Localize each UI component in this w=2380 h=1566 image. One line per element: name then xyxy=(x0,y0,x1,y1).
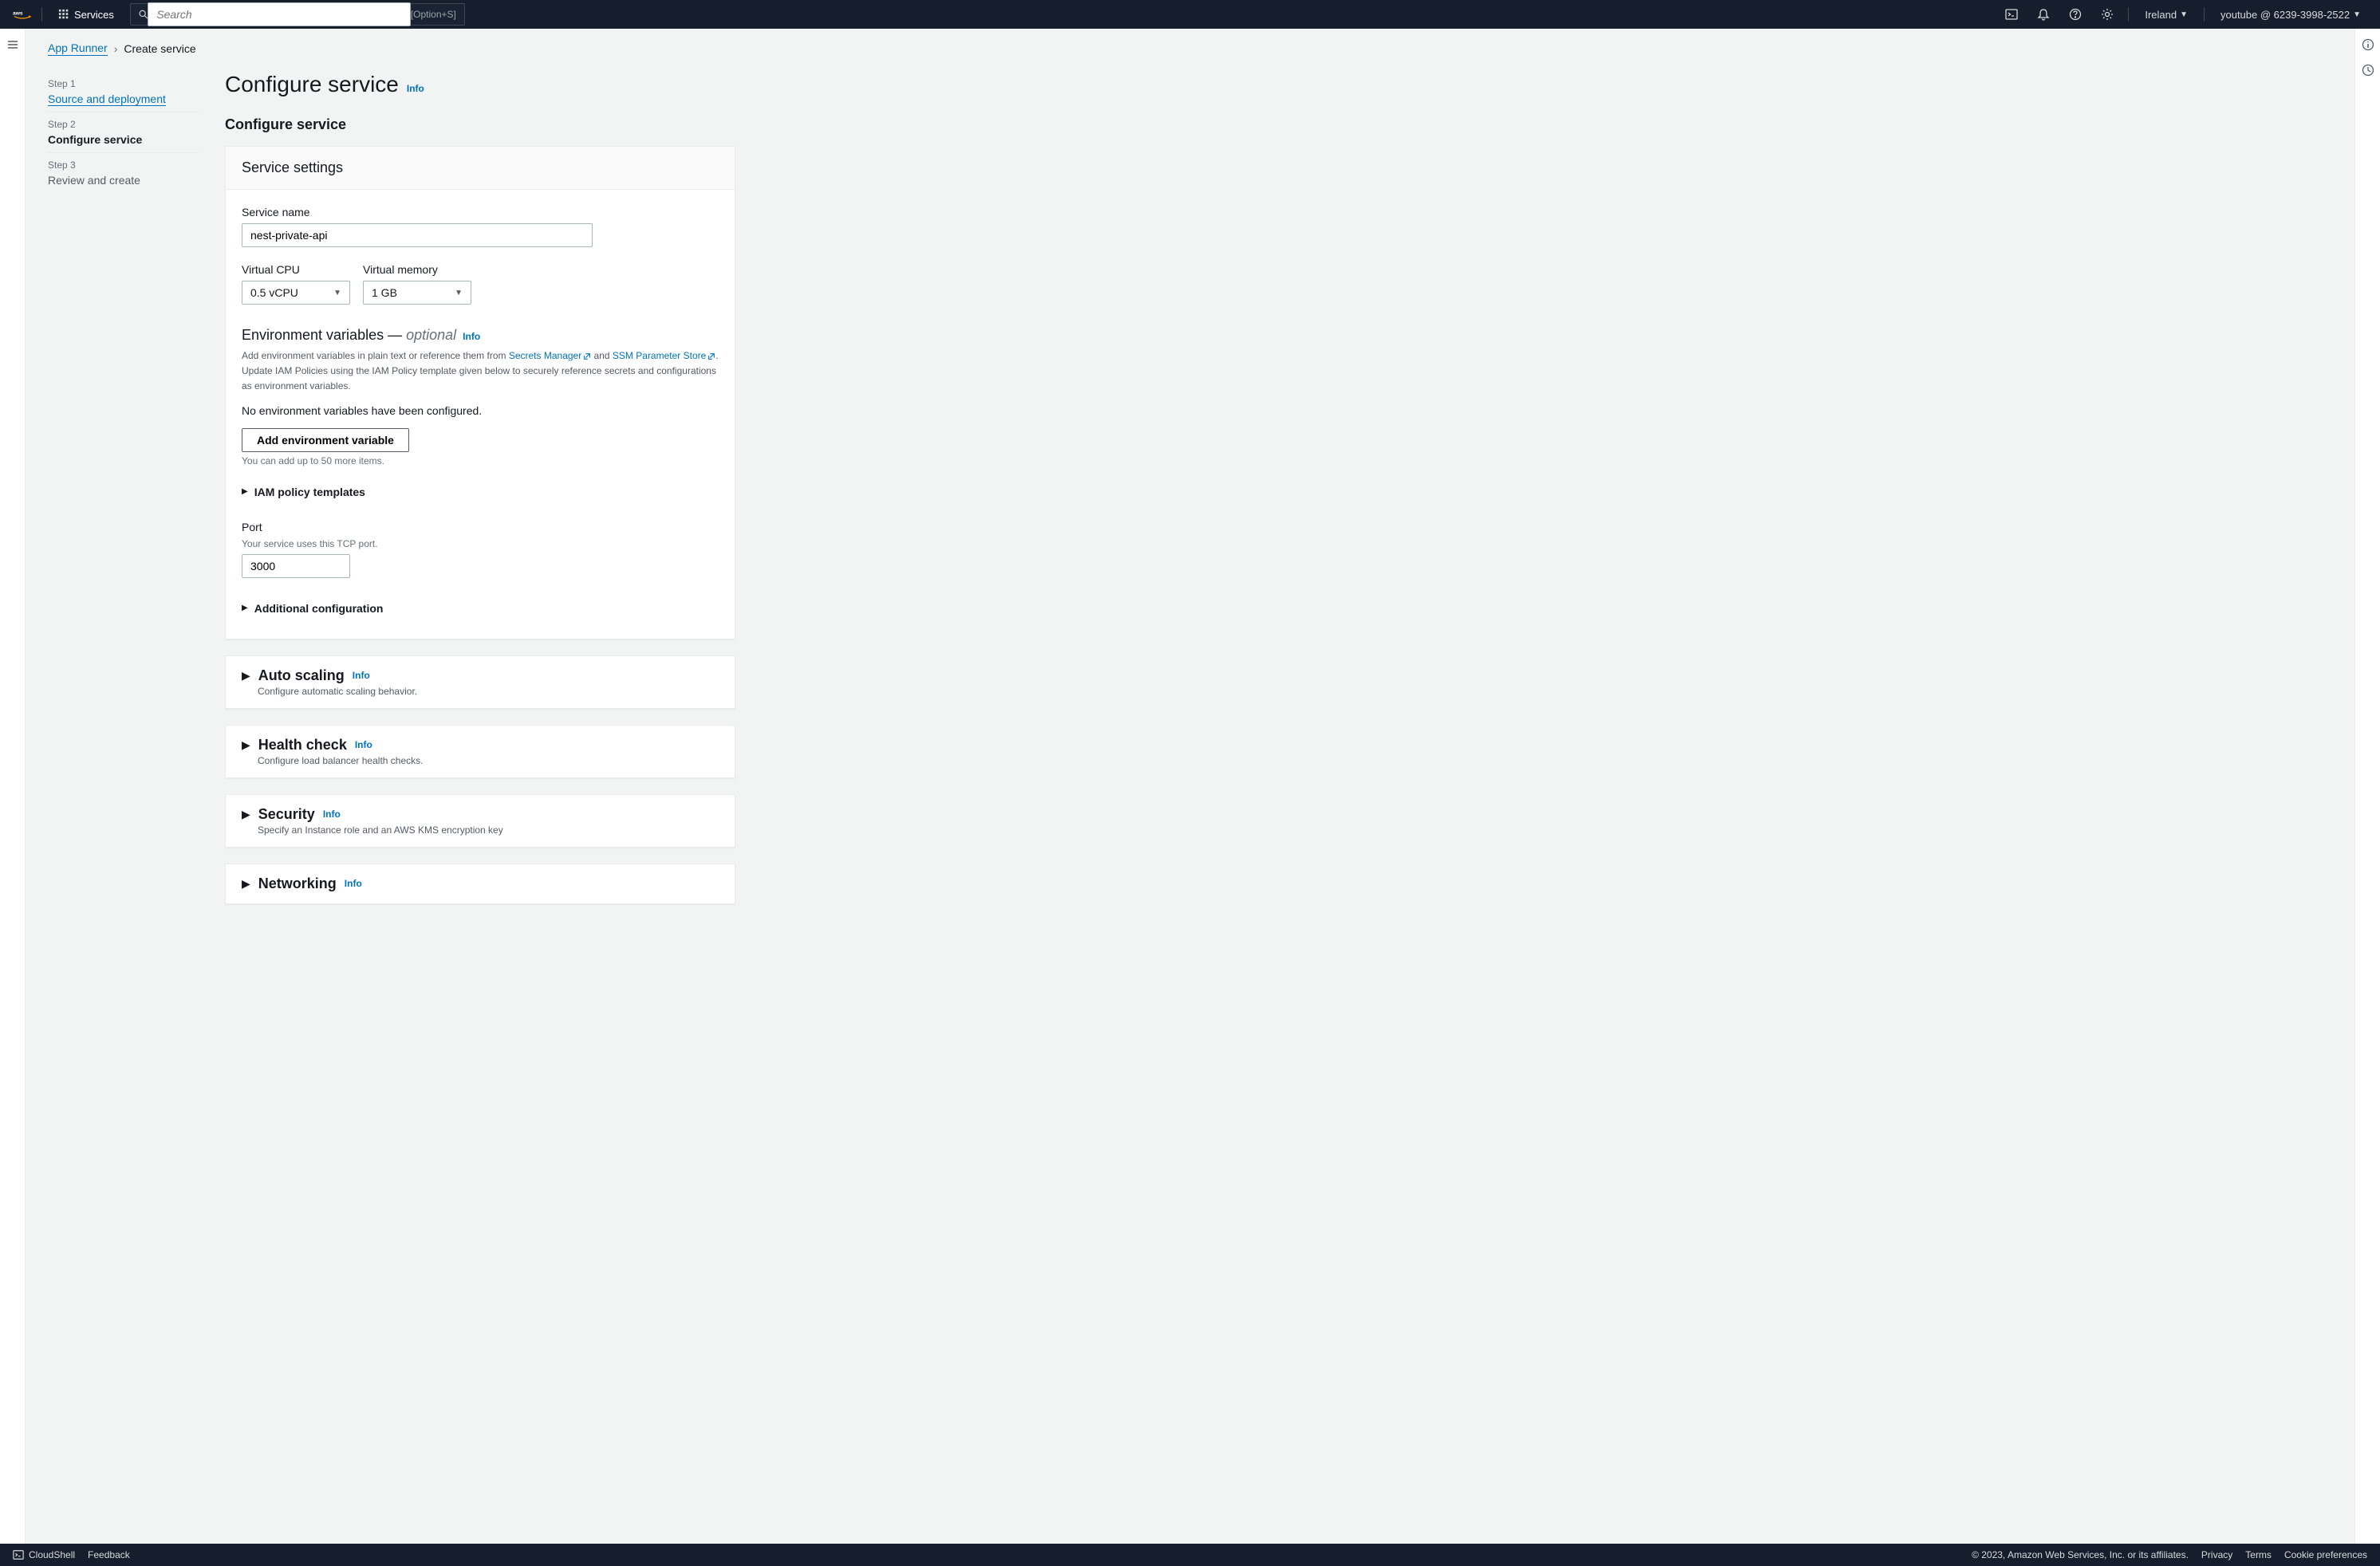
secrets-manager-link[interactable]: Secrets Manager xyxy=(509,350,591,361)
caret-right-icon: ▶ xyxy=(242,738,250,752)
service-settings-panel: Service settings Service name Virtual CP… xyxy=(225,146,735,639)
info-link[interactable]: Info xyxy=(463,331,480,342)
breadcrumb-current: Create service xyxy=(124,42,195,55)
nav-divider xyxy=(41,7,42,22)
copyright: © 2023, Amazon Web Services, Inc. or its… xyxy=(1972,1549,2189,1560)
env-vars-title: Environment variables — optional xyxy=(242,327,456,344)
help-btn[interactable] xyxy=(2064,3,2086,26)
account-selector[interactable]: youtube @ 6239-3998-2522 ▼ xyxy=(2214,6,2367,24)
ssm-parameter-store-link[interactable]: SSM Parameter Store xyxy=(613,350,715,361)
iam-policy-templates-toggle[interactable]: ▶ IAM policy templates xyxy=(242,478,719,506)
bell-icon xyxy=(2037,8,2050,21)
info-link[interactable]: Info xyxy=(323,809,341,820)
nav-divider xyxy=(2204,7,2205,22)
port-label: Port xyxy=(242,521,719,533)
step-name[interactable]: Source and deployment xyxy=(48,92,166,106)
chevron-down-icon: ▼ xyxy=(2353,10,2361,19)
search-input[interactable] xyxy=(148,2,411,26)
healthcheck-panel: ▶ Health check Info Configure load balan… xyxy=(225,725,735,778)
info-link[interactable]: Info xyxy=(345,878,362,889)
steps-sidebar: Step 1 Source and deployment Step 2 Conf… xyxy=(48,72,199,904)
security-toggle[interactable]: ▶ Security Info xyxy=(242,806,719,823)
security-desc: Specify an Instance role and an AWS KMS … xyxy=(258,824,719,836)
caret-right-icon: ▶ xyxy=(242,487,248,496)
vmem-select[interactable]: 1 GB ▼ xyxy=(363,281,471,305)
footer-bar: CloudShell Feedback © 2023, Amazon Web S… xyxy=(0,1544,2380,1566)
step-name: Configure service xyxy=(48,133,199,146)
env-vars-empty: No environment variables have been confi… xyxy=(242,404,719,417)
step-name: Review and create xyxy=(48,174,199,187)
left-rail xyxy=(0,29,26,1544)
vmem-label: Virtual memory xyxy=(363,263,471,276)
env-vars-hint: You can add up to 50 more items. xyxy=(242,455,719,466)
chevron-down-icon: ▼ xyxy=(333,289,341,297)
settings-btn[interactable] xyxy=(2096,3,2118,26)
history-icon[interactable] xyxy=(2362,64,2374,77)
port-input[interactable] xyxy=(242,554,350,578)
caret-right-icon: ▶ xyxy=(242,604,248,612)
autoscaling-desc: Configure automatic scaling behavior. xyxy=(258,686,719,697)
vcpu-select[interactable]: 0.5 vCPU ▼ xyxy=(242,281,350,305)
search-hint: [Option+S] xyxy=(411,9,456,20)
healthcheck-desc: Configure load balancer health checks. xyxy=(258,755,719,766)
hamburger-icon[interactable] xyxy=(6,38,19,51)
step-item-3: Step 3 Review and create xyxy=(48,153,199,193)
add-env-var-button[interactable]: Add environment variable xyxy=(242,428,409,452)
content-area: App Runner › Create service Step 1 Sourc… xyxy=(26,29,2354,1544)
networking-panel: ▶ Networking Info xyxy=(225,864,735,904)
service-name-input[interactable] xyxy=(242,223,593,247)
search-box[interactable]: [Option+S] xyxy=(130,3,465,26)
external-link-icon xyxy=(707,352,715,360)
cloudshell-button[interactable]: CloudShell xyxy=(13,1549,75,1560)
info-panel-icon[interactable] xyxy=(2362,38,2374,51)
cookie-prefs-link[interactable]: Cookie preferences xyxy=(2284,1549,2367,1560)
gear-icon xyxy=(2101,8,2114,21)
vcpu-label: Virtual CPU xyxy=(242,263,350,276)
help-icon xyxy=(2069,8,2082,21)
chevron-right-icon: › xyxy=(114,42,118,55)
healthcheck-toggle[interactable]: ▶ Health check Info xyxy=(242,737,719,753)
networking-toggle[interactable]: ▶ Networking Info xyxy=(242,875,719,892)
page-title: Configure service xyxy=(225,72,399,97)
step-item-1[interactable]: Step 1 Source and deployment xyxy=(48,72,199,112)
info-link[interactable]: Info xyxy=(407,83,424,94)
region-selector[interactable]: Ireland ▼ xyxy=(2138,6,2194,24)
section-title: Configure service xyxy=(225,116,735,133)
privacy-link[interactable]: Privacy xyxy=(2201,1549,2232,1560)
caret-right-icon: ▶ xyxy=(242,877,250,891)
breadcrumb: App Runner › Create service xyxy=(48,41,2332,56)
chevron-down-icon: ▼ xyxy=(2180,10,2188,19)
autoscaling-panel: ▶ Auto scaling Info Configure automatic … xyxy=(225,655,735,709)
security-panel: ▶ Security Info Specify an Instance role… xyxy=(225,794,735,848)
grid-icon xyxy=(58,9,69,20)
search-icon xyxy=(139,9,148,20)
info-link[interactable]: Info xyxy=(355,739,372,750)
step-item-2: Step 2 Configure service xyxy=(48,112,199,153)
autoscaling-toggle[interactable]: ▶ Auto scaling Info xyxy=(242,667,719,684)
service-name-label: Service name xyxy=(242,206,719,218)
chevron-down-icon: ▼ xyxy=(455,289,463,297)
nav-divider xyxy=(2128,7,2129,22)
right-rail xyxy=(2354,29,2380,1544)
notifications-btn[interactable] xyxy=(2032,3,2055,26)
services-menu[interactable]: Services xyxy=(52,6,120,24)
panel-title: Service settings xyxy=(242,159,719,176)
port-help: Your service uses this TCP port. xyxy=(242,538,719,549)
caret-right-icon: ▶ xyxy=(242,808,250,821)
terminal-icon xyxy=(13,1549,24,1560)
cloudshell-icon-btn[interactable] xyxy=(2000,3,2023,26)
caret-right-icon: ▶ xyxy=(242,669,250,683)
top-nav: aws Services [Option+S] Ireland ▼ youtub… xyxy=(0,0,2380,29)
feedback-link[interactable]: Feedback xyxy=(88,1549,130,1560)
aws-logo[interactable]: aws xyxy=(13,5,32,24)
terms-link[interactable]: Terms xyxy=(2245,1549,2272,1560)
external-link-icon xyxy=(583,352,591,360)
additional-config-toggle[interactable]: ▶ Additional configuration xyxy=(242,594,719,623)
breadcrumb-root[interactable]: App Runner xyxy=(48,41,108,56)
terminal-icon xyxy=(2005,8,2018,21)
svg-text:aws: aws xyxy=(13,11,23,17)
info-link[interactable]: Info xyxy=(353,670,370,681)
services-label: Services xyxy=(74,9,114,21)
env-vars-desc: Add environment variables in plain text … xyxy=(242,348,719,395)
